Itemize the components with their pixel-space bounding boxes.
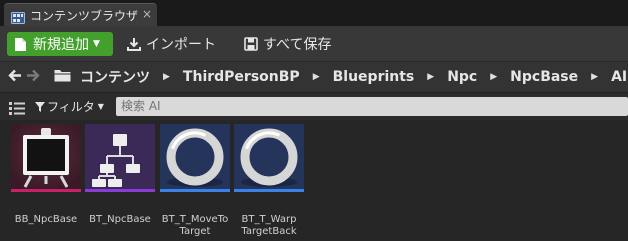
sources-toggle-icon[interactable] [9,100,25,119]
chevron-down-icon: ▼ [93,39,100,49]
filter-label: フィルタ [47,100,95,114]
add-new-label: 新規追加 [33,37,89,53]
filter-button[interactable]: フィルタ ▼ [35,98,104,115]
task-ring-icon [234,124,304,192]
add-new-button[interactable]: 新規追加 ▼ [7,32,113,56]
search-input[interactable] [116,97,628,116]
save-all-button[interactable]: すべて保存 [244,32,331,56]
filter-bar: フィルタ ▼ [0,93,628,120]
chevron-right-icon: ▶ [427,72,435,82]
import-label: インポート [146,37,216,53]
forward-arrow-icon[interactable] [26,68,40,86]
breadcrumb-item-blueprints[interactable]: Blueprints [333,69,415,85]
tab-title: コンテンツブラウザ [30,8,139,23]
chevron-right-icon: ▶ [163,72,170,82]
chevron-right-icon: ▶ [591,72,599,82]
filter-icon [35,101,45,112]
save-all-label: すべて保存 [263,37,332,53]
asset-name: BT_T_Warp TargetBack [241,214,297,237]
import-icon [127,38,141,51]
breadcrumb: コンテンツ ▶ ThirdPersonBP ▶ Blueprints ▶ Npc… [0,62,628,93]
breadcrumb-item-thirdpersonbp[interactable]: ThirdPersonBP [183,69,300,85]
chevron-right-icon: ▶ [312,72,320,82]
save-icon [244,37,258,51]
breadcrumb-item-npcbase[interactable]: NpcBase [510,69,578,85]
folder-icon [54,69,71,86]
toolbar: 新規追加 ▼ インポート すべて保存 [0,26,628,62]
breadcrumb-item-ai[interactable]: AI [611,69,627,85]
breadcrumb-item-npc[interactable]: Npc [447,69,477,85]
content-browser-icon [11,9,25,24]
import-button[interactable]: インポート [127,32,216,56]
behavior-tree-icon [85,124,155,192]
task-ring-icon [160,124,230,192]
asset-grid: BB_NpcBase BT_NpcBase BT_T_MoveTo Target… [0,120,628,241]
tab-strip: コンテンツブラウザ × [0,0,628,26]
chevron-down-icon: ▼ [97,102,104,111]
back-arrow-icon[interactable] [8,68,22,86]
new-file-icon [15,37,26,51]
blackboard-easel-icon [11,124,81,192]
chevron-right-icon: ▶ [490,72,498,82]
tab-content-browser[interactable]: コンテンツブラウザ × [4,3,157,26]
breadcrumb-item-content[interactable]: コンテンツ [80,67,150,87]
close-icon[interactable]: × [142,7,152,21]
